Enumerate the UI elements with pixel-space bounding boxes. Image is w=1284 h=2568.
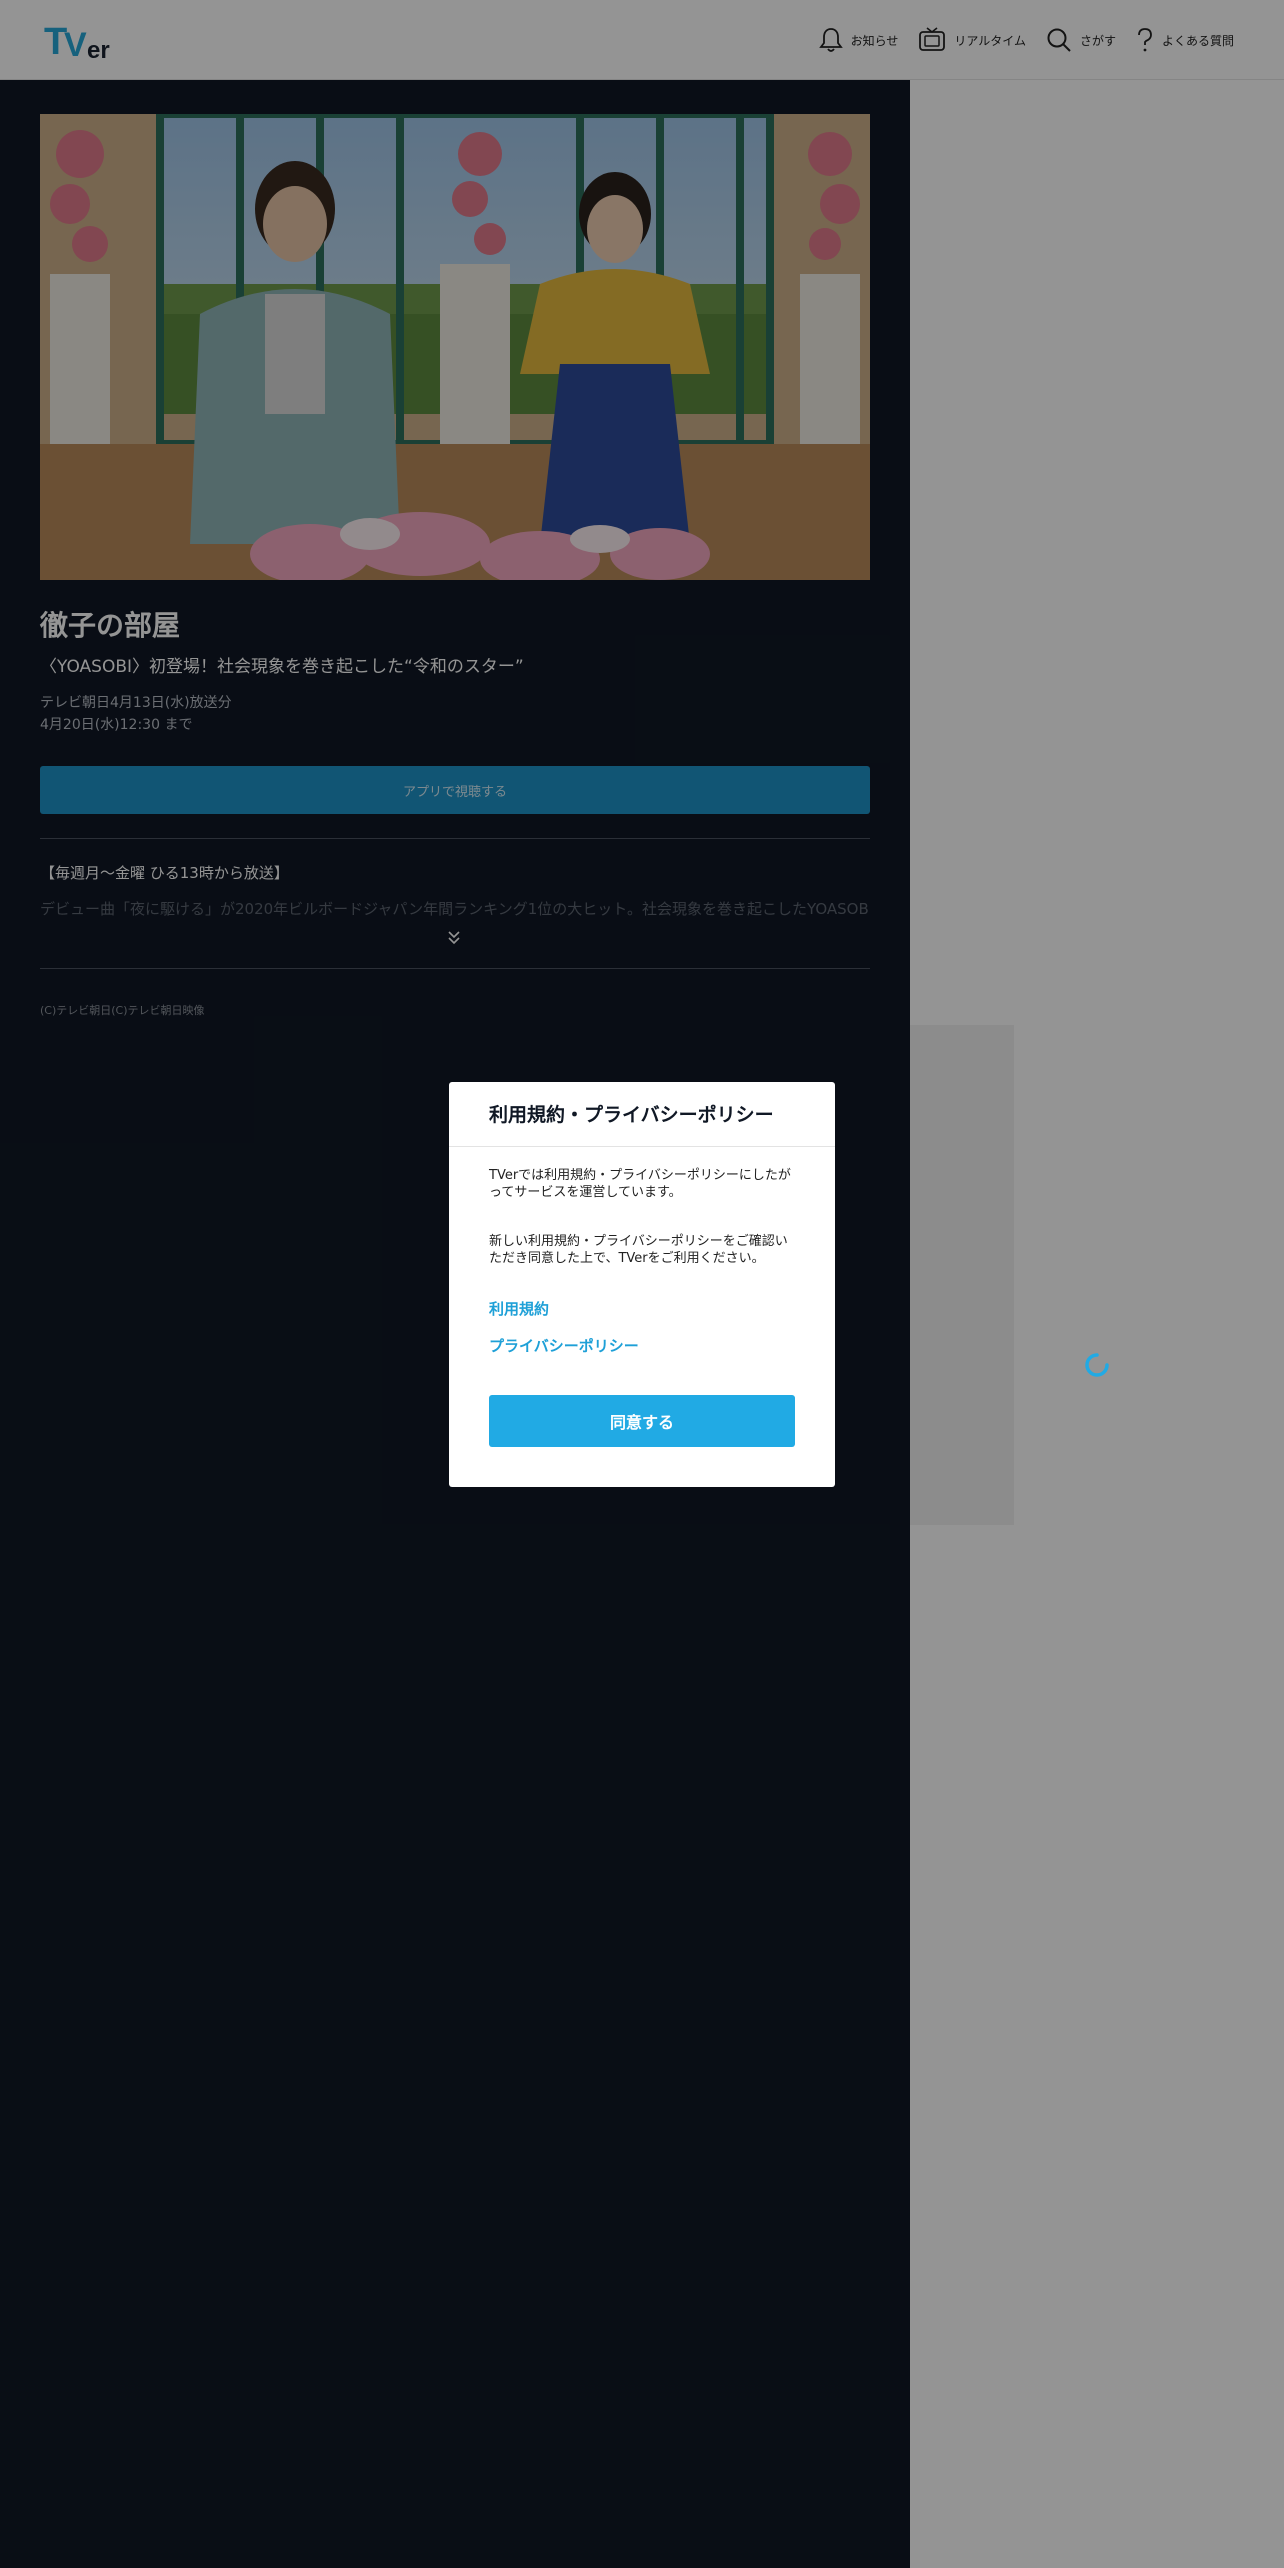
terms-modal: 利用規約・プライバシーポリシー TVerでは利用規約・プライバシーポリシーにした… <box>449 1082 835 1487</box>
modal-paragraph-1: TVerでは利用規約・プライバシーポリシーにしたがってサービスを運営しています。 <box>489 1168 791 1200</box>
terms-of-use-link[interactable]: 利用規約 <box>489 1298 549 1319</box>
agree-button[interactable]: 同意する <box>489 1395 795 1447</box>
privacy-policy-link[interactable]: プライバシーポリシー <box>489 1335 639 1356</box>
modal-divider <box>449 1146 835 1147</box>
loading-spinner-icon <box>1085 1353 1109 1377</box>
modal-paragraph-2: 新しい利用規約・プライバシーポリシーをご確認いただき同意した上で、TVerをご利… <box>489 1234 788 1266</box>
modal-title: 利用規約・プライバシーポリシー <box>489 1104 774 1126</box>
